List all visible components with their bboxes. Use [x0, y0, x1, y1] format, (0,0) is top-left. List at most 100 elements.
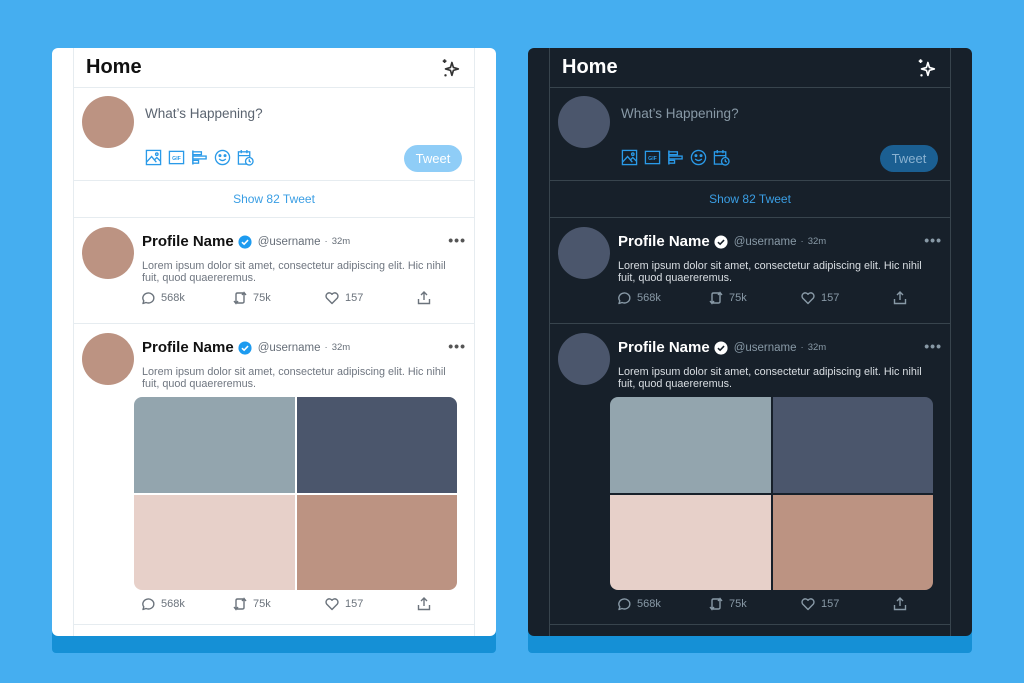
image-icon[interactable]: [145, 149, 162, 166]
share-button[interactable]: [416, 290, 432, 306]
show-more-tweets-link[interactable]: Show 82 Tweet: [550, 181, 950, 218]
media-image[interactable]: [772, 494, 933, 590]
tweet[interactable]: Profile Name @username · 32m ••• Lorem i…: [74, 218, 474, 324]
like-button[interactable]: 157: [800, 290, 892, 306]
like-button[interactable]: 157: [324, 290, 416, 306]
tweet[interactable]: Profile Name @username · 32m ••• Lorem i…: [550, 324, 950, 625]
svg-text:GIF: GIF: [172, 156, 181, 162]
more-options-icon[interactable]: •••: [448, 338, 466, 354]
avatar[interactable]: [558, 333, 610, 385]
gif-icon[interactable]: GIF: [168, 149, 185, 166]
dark-mode-panel: Home What’s Happening? GIF Tweet Show 82…: [528, 48, 972, 653]
timeline-column: Home What’s Happening? GIF Tweet Show 82…: [549, 48, 951, 636]
avatar: [558, 96, 610, 148]
reply-button[interactable]: 568k: [616, 290, 708, 306]
compose-input[interactable]: What’s Happening?: [145, 106, 263, 121]
media-image[interactable]: [610, 494, 771, 590]
reply-button[interactable]: 568k: [140, 596, 232, 612]
share-icon: [417, 597, 431, 611]
timestamp: 32m: [331, 342, 351, 353]
composer-toolbar: GIF: [621, 149, 730, 166]
more-options-icon[interactable]: •••: [924, 338, 942, 354]
like-count: 157: [345, 598, 364, 610]
tweet-header: Profile Name @username · 32m: [142, 233, 350, 250]
timestamp: 32m: [331, 236, 351, 247]
media-grid: [134, 397, 457, 590]
sparkle-icon[interactable]: [440, 57, 462, 79]
profile-name[interactable]: Profile Name: [618, 233, 710, 250]
share-button[interactable]: [892, 596, 908, 612]
retweet-icon: [233, 291, 247, 305]
reply-icon: [618, 598, 631, 611]
retweet-button[interactable]: 75k: [232, 596, 324, 612]
share-icon: [893, 291, 907, 305]
reply-button[interactable]: 568k: [140, 290, 232, 306]
separator: ·: [800, 342, 804, 353]
header: Home: [550, 48, 950, 88]
avatar[interactable]: [82, 333, 134, 385]
profile-name[interactable]: Profile Name: [142, 233, 234, 250]
light-mode-panel: Home What’s Happening? GIF Tweet Show 82…: [52, 48, 496, 653]
retweet-count: 75k: [729, 598, 747, 610]
tweet-header: Profile Name @username · 32m: [618, 233, 826, 250]
separator: ·: [324, 236, 328, 247]
poll-icon[interactable]: [191, 149, 208, 166]
retweet-button[interactable]: 75k: [708, 596, 800, 612]
reply-icon: [142, 598, 155, 611]
tweet-composer: What’s Happening? GIF Tweet: [74, 88, 474, 181]
tweet-button[interactable]: Tweet: [880, 145, 938, 172]
verified-badge-icon: [238, 234, 252, 249]
avatar[interactable]: [82, 227, 134, 279]
username: @username: [257, 341, 321, 354]
media-image[interactable]: [296, 397, 457, 493]
schedule-icon[interactable]: [237, 149, 254, 166]
emoji-icon[interactable]: [214, 149, 231, 166]
more-options-icon[interactable]: •••: [924, 232, 942, 248]
emoji-icon[interactable]: [690, 149, 707, 166]
media-image[interactable]: [134, 397, 295, 493]
media-image[interactable]: [134, 494, 295, 590]
tweet-text: Lorem ipsum dolor sit amet, consectetur …: [142, 366, 446, 390]
poll-icon[interactable]: [667, 149, 684, 166]
reply-count: 568k: [161, 598, 185, 610]
media-image[interactable]: [772, 397, 933, 493]
retweet-button[interactable]: 75k: [232, 290, 324, 306]
image-icon[interactable]: [621, 149, 638, 166]
reply-icon: [618, 292, 631, 305]
sparkle-icon[interactable]: [916, 57, 938, 79]
tweet-text: Lorem ipsum dolor sit amet, consectetur …: [618, 366, 922, 390]
profile-name[interactable]: Profile Name: [142, 339, 234, 356]
retweet-count: 75k: [253, 598, 271, 610]
tweet[interactable]: Profile Name @username · 32m ••• Lorem i…: [550, 218, 950, 324]
username: @username: [257, 235, 321, 248]
gif-icon[interactable]: GIF: [644, 149, 661, 166]
retweet-count: 75k: [253, 292, 271, 304]
avatar[interactable]: [558, 227, 610, 279]
share-icon: [417, 291, 431, 305]
timeline-column: Home What’s Happening? GIF Tweet Show 82…: [73, 48, 475, 636]
media-image[interactable]: [296, 494, 457, 590]
share-button[interactable]: [892, 290, 908, 306]
username: @username: [733, 341, 797, 354]
media-image[interactable]: [610, 397, 771, 493]
share-icon: [893, 597, 907, 611]
reply-count: 568k: [637, 598, 661, 610]
reply-button[interactable]: 568k: [616, 596, 708, 612]
share-button[interactable]: [416, 596, 432, 612]
schedule-icon[interactable]: [713, 149, 730, 166]
profile-name[interactable]: Profile Name: [618, 339, 710, 356]
show-more-tweets-link[interactable]: Show 82 Tweet: [74, 181, 474, 218]
tweet-button[interactable]: Tweet: [404, 145, 462, 172]
retweet-button[interactable]: 75k: [708, 290, 800, 306]
like-count: 157: [821, 598, 840, 610]
heart-icon: [325, 598, 339, 611]
heart-icon: [801, 292, 815, 305]
compose-input[interactable]: What’s Happening?: [621, 106, 739, 121]
tweet[interactable]: Profile Name @username · 32m ••• Lorem i…: [74, 324, 474, 625]
svg-text:GIF: GIF: [648, 156, 657, 162]
like-button[interactable]: 157: [800, 596, 892, 612]
more-options-icon[interactable]: •••: [448, 232, 466, 248]
reply-count: 568k: [161, 292, 185, 304]
like-button[interactable]: 157: [324, 596, 416, 612]
tweet-actions: 568k 75k 157: [616, 596, 916, 612]
